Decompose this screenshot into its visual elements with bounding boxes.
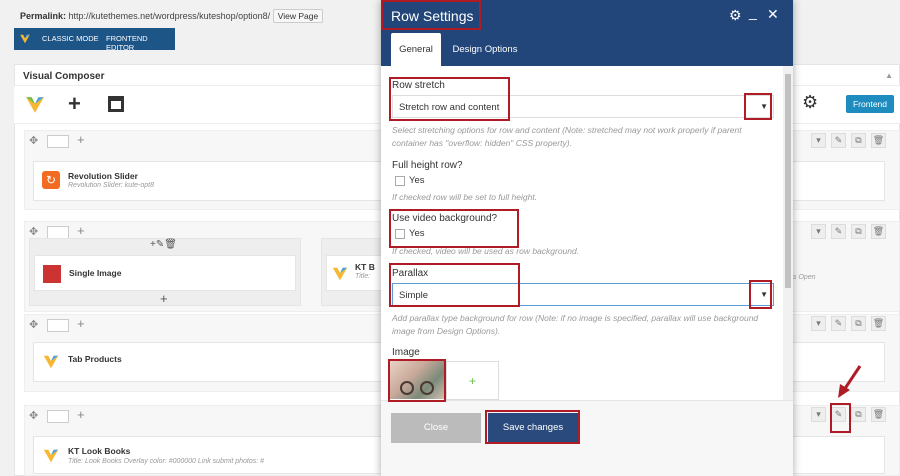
permalink-bar: Permalink: http://kutethemes.net/wordpre… [20,9,324,25]
delete-trash-icon: 🗑 [871,133,886,148]
permalink-url[interactable]: http://kutethemes.net/wordpress/kuteshop… [69,11,271,21]
edit-pencil-icon: ✎ [831,133,846,148]
element-title: KT B [355,262,375,272]
settings-gear-icon[interactable]: ⚙ [729,7,742,24]
clone-icon: ⧉ [851,133,866,148]
vc-logo-icon [43,449,59,463]
editor-mode-bar: CLASSIC MODE FRONTEND EDITOR [14,28,175,52]
delete-trash-icon: 🗑 [871,407,886,422]
add-column-icon[interactable]: + [77,223,85,238]
element-subtitle: Title: [355,273,371,280]
full-height-help: If checked row will be set to full heigh… [392,192,538,202]
full-height-label: Full height row? [392,160,463,171]
pointer-arrow-icon [838,365,862,398]
row-stretch-help: Select stretching options for row and co… [392,125,742,148]
chevron-down-icon: ▾ [811,224,826,239]
panel-title: Visual Composer [23,71,105,82]
clone-icon: ⧉ [851,316,866,331]
tab-design-options[interactable]: Design Options [445,33,525,66]
highlight-dialog-title [381,0,481,30]
element-title: Revolution Slider [68,171,138,181]
highlight-save-button [485,410,580,444]
edit-pencil-icon: ✎ [831,316,846,331]
scrollbar-thumb[interactable] [785,74,791,288]
highlight-parallax [389,263,520,307]
tab-general[interactable]: General [391,33,441,66]
templates-icon[interactable] [108,96,124,112]
vc-logo-icon [332,267,348,281]
add-image-label: + [468,374,476,388]
minimize-icon[interactable]: _ [749,4,757,20]
parallax-help: Add parallax type background for row (No… [392,313,759,336]
vc-logo-icon [43,355,59,369]
close-icon[interactable]: ✕ [767,6,779,23]
highlight-row-stretch-caret [744,93,772,120]
element-title: Tab Products [68,354,122,364]
element-title: KT Look Books [68,446,131,456]
delete-trash-icon: 🗑 [871,316,886,331]
frontend-button[interactable]: Frontend [846,95,894,113]
permalink-label: Permalink: [20,11,67,21]
single-image-icon [43,265,61,283]
revolution-slider-icon: ↻ [42,171,60,189]
chevron-down-icon: ▾ [811,316,826,331]
settings-gear-icon[interactable]: ⚙ [802,92,818,113]
row-1-controls[interactable]: ▾ ✎ ⧉ 🗑 [806,133,886,148]
column-3-subtitle: s Open [793,274,816,281]
chevron-down-icon: ▾ [811,407,826,422]
add-column-icon[interactable]: + [77,316,85,331]
dialog-scrollbar[interactable] [783,66,793,400]
tab-label: Design Options [452,44,518,55]
highlight-edit-pencil [830,403,851,433]
frontend-editor-button[interactable]: FRONTEND EDITOR [106,34,175,52]
row-layout-icon[interactable] [47,319,69,332]
view-page-button[interactable]: View Page [272,9,324,23]
element-single-image[interactable]: Single Image [34,255,296,291]
classic-mode-button[interactable]: CLASSIC MODE [42,34,99,43]
add-element-icon[interactable]: + [160,291,168,306]
close-button[interactable]: Close [391,413,481,443]
delete-trash-icon: 🗑 [871,224,886,239]
edit-pencil-icon: ✎ [831,224,846,239]
panel-collapse-icon[interactable]: ▲ [885,71,893,80]
clone-icon: ⧉ [851,224,866,239]
highlight-parallax-caret [749,280,772,309]
drag-handle-icon[interactable]: ✥ [29,318,38,331]
highlight-video-bg [389,209,519,248]
vc-logo-icon [20,34,30,44]
element-subtitle: Title: Look Books Overlay color: #000000… [68,458,265,465]
drag-handle-icon[interactable]: ✥ [29,225,38,238]
column-1: +✎🗑 Single Image + [29,238,301,306]
row-2-controls[interactable]: ▾ ✎ ⧉ 🗑 [806,224,886,239]
tab-label: General [399,44,433,55]
add-column-icon[interactable]: + [77,132,85,147]
highlight-image [388,359,446,402]
row-3-controls[interactable]: ▾ ✎ ⧉ 🗑 [806,316,886,331]
add-image-button[interactable]: + [446,361,499,400]
add-column-icon[interactable]: + [77,407,85,422]
row-layout-icon[interactable] [47,410,69,423]
column-controls[interactable]: +✎🗑 [150,239,177,250]
image-label: Image [392,347,420,358]
row-layout-icon[interactable] [47,135,69,148]
full-height-checkbox[interactable] [395,176,405,186]
chevron-down-icon: ▾ [811,133,826,148]
add-element-icon[interactable]: + [68,91,81,117]
element-title: Single Image [69,268,122,278]
clone-icon: ⧉ [851,407,866,422]
highlight-row-stretch [389,77,510,121]
drag-handle-icon[interactable]: ✥ [29,134,38,147]
vc-logo-icon [26,97,44,113]
dialog-footer: Close Save changes [381,400,793,476]
drag-handle-icon[interactable]: ✥ [29,409,38,422]
element-subtitle: Revolution Slider: kute-opt8 [68,182,154,189]
full-height-option: Yes [409,175,425,186]
